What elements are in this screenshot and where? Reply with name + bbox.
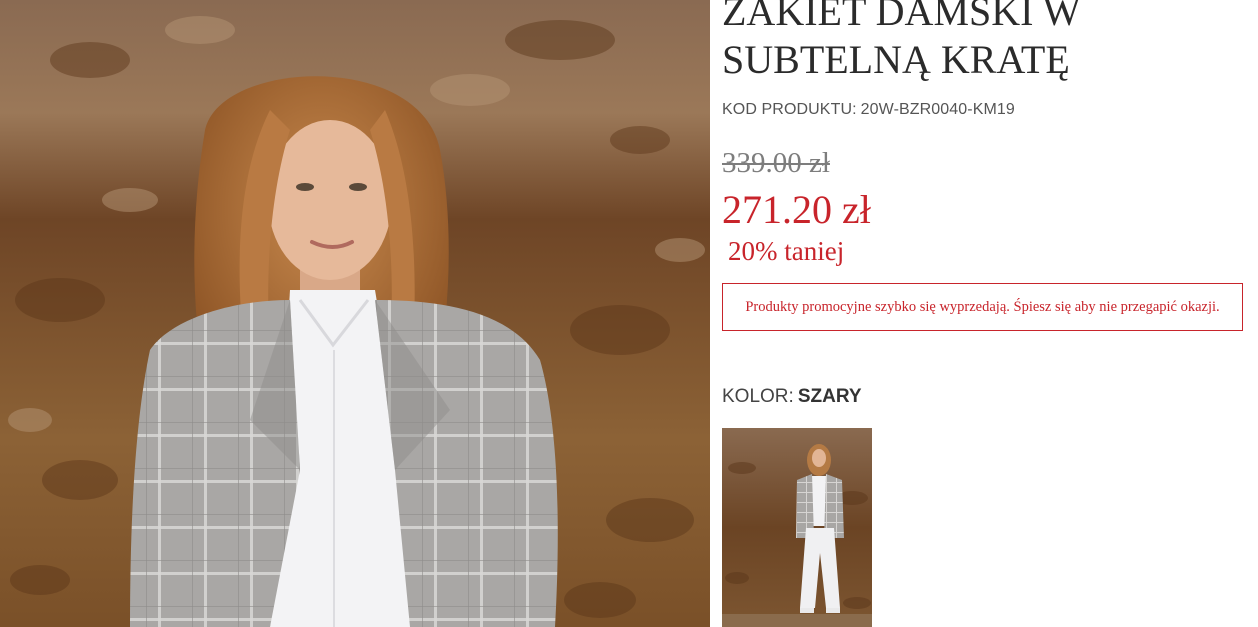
product-title: ZAKIET DAMSKI W SUBTELNĄ KRATĘ <box>722 0 1081 82</box>
product-code-label: KOD PRODUKTU: <box>722 101 857 118</box>
promo-notice: Produkty promocyjne szybko się wyprzedaj… <box>722 283 1243 331</box>
color-selector-label: KOLOR: SZARY <box>722 386 862 408</box>
discount-label: 20% taniej <box>728 236 845 266</box>
color-swatch-thumbnail[interactable] <box>722 428 872 627</box>
thumbnail-illustration <box>722 428 872 627</box>
selected-color: SZARY <box>797 386 862 407</box>
product-code-value: 20W-BZR0040-KM19 <box>860 101 1015 118</box>
sale-price: 271.20 zł <box>722 187 871 232</box>
product-info: ZAKIET DAMSKI W SUBTELNĄ KRATĘ KOD PRODU… <box>722 0 1252 627</box>
color-label-text: KOLOR: <box>722 386 794 407</box>
product-page: ZAKIET DAMSKI W SUBTELNĄ KRATĘ KOD PRODU… <box>0 0 1258 627</box>
product-code: KOD PRODUKTU: 20W-BZR0040-KM19 <box>722 101 1015 119</box>
product-photo-illustration <box>0 0 710 627</box>
main-product-image[interactable] <box>0 0 710 627</box>
promo-notice-text: Produkty promocyjne szybko się wyprzedaj… <box>745 298 1220 315</box>
old-price: 339.00 zł <box>722 147 830 179</box>
